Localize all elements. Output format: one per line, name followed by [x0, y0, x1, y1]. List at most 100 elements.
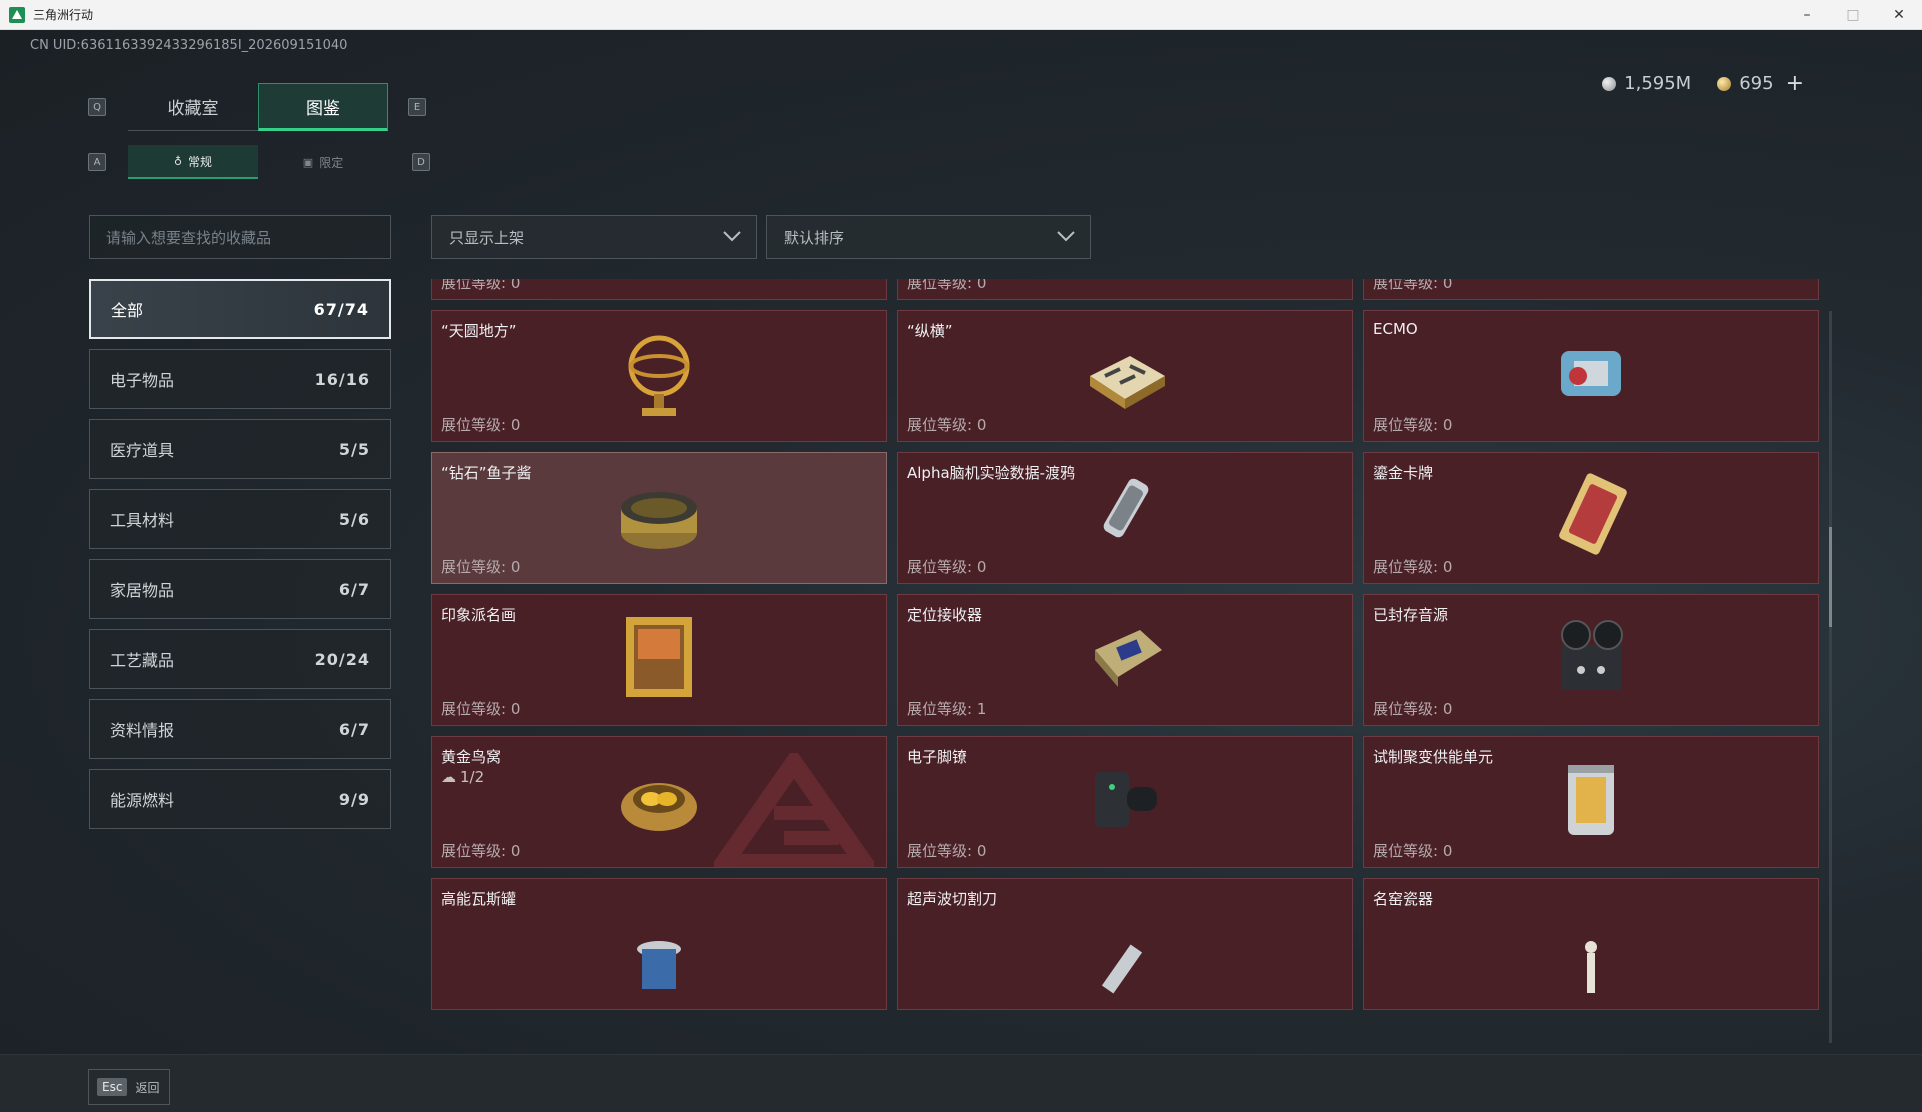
booth-level-value: 0	[1442, 416, 1453, 434]
collection-card[interactable]: 印象派名画 展位等级: 0	[431, 594, 887, 726]
booth-level-value: 0	[1442, 279, 1453, 292]
back-button[interactable]: Esc 返回	[88, 1069, 171, 1105]
category-label: 电子物品	[110, 371, 175, 390]
item-name: 黄金鸟窝	[441, 748, 502, 766]
item-name: 电子脚镣	[907, 748, 968, 766]
framed-painting-icon	[626, 617, 692, 697]
category-intel[interactable]: 资料情报 6/7	[89, 699, 391, 759]
collection-card[interactable]: “天圆地方” 展位等级: 0	[431, 310, 887, 442]
collection-card[interactable]: 鎏金卡牌 展位等级: 0	[1363, 452, 1819, 584]
key-hint-prev-tab: Q	[88, 98, 106, 116]
sort-dropdown[interactable]: 默认排序	[766, 215, 1091, 259]
booth-level-label: 展位等级:	[1373, 558, 1439, 576]
category-label: 家居物品	[110, 581, 175, 600]
tab-collection-room[interactable]: 收藏室	[128, 83, 258, 131]
booth-level-label: 展位等级:	[1373, 700, 1439, 718]
grid-scrollbar[interactable]	[1829, 311, 1832, 1043]
collection-card[interactable]: 定位接收器 展位等级: 1	[897, 594, 1353, 726]
booth-level-label: 展位等级:	[907, 279, 973, 292]
jeweled-egg-icon	[1536, 279, 1646, 289]
booth-level-value: 0	[510, 279, 521, 292]
tab-limited[interactable]: ▣ 限定	[258, 145, 388, 179]
booth-level: 展位等级: 0	[441, 698, 520, 719]
collection-card[interactable]: 高能瓦斯罐	[431, 878, 887, 1010]
add-currency-button[interactable]: +	[1786, 71, 1804, 96]
category-list: 全部 67/74 电子物品 16/16 医疗道具 5/5 工具材料 5/6 家居物品 6/…	[89, 279, 391, 839]
reel-recorder-icon	[1561, 620, 1623, 690]
booth-level-label: 展位等级:	[441, 279, 507, 292]
booth-level: 展位等级: 0	[1373, 279, 1452, 293]
category-electronics[interactable]: 电子物品 16/16	[89, 349, 391, 409]
minimize-button[interactable]: –	[1784, 0, 1830, 30]
category-label: 资料情报	[110, 721, 175, 740]
booth-level-value: 0	[510, 416, 521, 434]
image-icon: ▣	[302, 155, 314, 169]
booth-level-value: 0	[510, 700, 521, 718]
scrollbar-thumb[interactable]	[1829, 527, 1832, 627]
ecmo-machine-icon	[1561, 351, 1621, 396]
category-count: 5/6	[338, 509, 370, 529]
collection-card[interactable]: 黄金鸟窝 ☁ 1/2 展位等级: 0	[431, 736, 887, 868]
collection-card[interactable]: 展位等级: 0	[1363, 279, 1819, 300]
collection-card[interactable]: ECMO 展位等级: 0	[1363, 310, 1819, 442]
collection-card[interactable]: Alpha脑机实验数据-渡鸦 展位等级: 0	[897, 452, 1353, 584]
collection-card[interactable]: 电子脚镣 展位等级: 0	[897, 736, 1353, 868]
flask-icon: ♁	[173, 154, 183, 168]
porcelain-vase-icon	[1585, 941, 1597, 993]
collection-card[interactable]: 超声波切割刀	[897, 878, 1353, 1010]
category-household[interactable]: 家居物品 6/7	[89, 559, 391, 619]
window-controls: – □ ✕	[1784, 0, 1922, 30]
booth-level: 展位等级: 0	[907, 414, 986, 435]
silver-amount: 1,595M	[1624, 73, 1692, 94]
collection-card[interactable]: 试制聚变供能单元 展位等级: 0	[1363, 736, 1819, 868]
category-tools[interactable]: 工具材料 5/6	[89, 489, 391, 549]
booth-level: 展位等级: 0	[907, 279, 986, 293]
tab-regular[interactable]: ♁ 常规	[128, 145, 258, 179]
booth-level-label: 展位等级:	[907, 842, 973, 860]
booth-level: 展位等级: 0	[441, 279, 520, 293]
display-filter-dropdown[interactable]: 只显示上架	[431, 215, 757, 259]
collection-card[interactable]: 名窑瓷器	[1363, 878, 1819, 1010]
tab-codex[interactable]: 图鉴	[258, 83, 388, 131]
gas-canister-icon	[637, 941, 681, 989]
category-count: 16/16	[314, 369, 370, 389]
category-crafts[interactable]: 工艺藏品 20/24	[89, 629, 391, 689]
booth-level: 展位等级: 0	[441, 840, 520, 861]
window-title: 三角洲行动	[33, 8, 94, 22]
booth-level-value: 0	[976, 279, 987, 292]
tab-limited-label: 限定	[319, 155, 344, 170]
category-count: 67/74	[313, 299, 369, 319]
category-medical[interactable]: 医疗道具 5/5	[89, 419, 391, 479]
item-name: 已封存音源	[1373, 606, 1449, 624]
gold-coin-icon	[1717, 76, 1732, 91]
booth-level: 展位等级: 0	[1373, 556, 1452, 577]
category-count: 6/7	[338, 719, 370, 739]
booth-level-label: 展位等级:	[1373, 416, 1439, 434]
item-name: 试制聚变供能单元	[1373, 748, 1494, 766]
ultrasonic-cutter-icon	[1101, 944, 1143, 994]
silver-coin-icon	[1602, 76, 1617, 91]
booth-level-label: 展位等级:	[441, 558, 507, 576]
game-app: CN UID:6361163392433296185I_202609151040…	[0, 31, 1922, 1112]
booth-level-value: 0	[1442, 558, 1453, 576]
collection-card[interactable]: “钻石”鱼子酱 展位等级: 0	[431, 452, 887, 584]
item-name: 名窑瓷器	[1373, 890, 1434, 908]
category-all[interactable]: 全部 67/74	[89, 279, 391, 339]
main-tabs: 收藏室 图鉴	[128, 83, 388, 131]
collection-card[interactable]: “纵横” 展位等级: 0	[897, 310, 1353, 442]
booth-level-label: 展位等级:	[907, 558, 973, 576]
collection-card[interactable]: 展位等级: 0	[897, 279, 1353, 300]
close-button[interactable]: ✕	[1876, 0, 1922, 30]
maximize-button[interactable]: □	[1830, 0, 1876, 30]
tab-regular-label: 常规	[188, 154, 213, 169]
category-label: 全部	[111, 301, 144, 320]
booth-level-value: 0	[976, 558, 987, 576]
chess-board-icon	[1090, 356, 1165, 409]
search-input[interactable]: 请输入想要查找的收藏品	[89, 215, 391, 259]
back-label: 返回	[135, 1080, 160, 1095]
booth-level: 展位等级: 0	[441, 414, 520, 435]
booth-level: 展位等级: 1	[907, 698, 986, 719]
category-energy[interactable]: 能源燃料 9/9	[89, 769, 391, 829]
collection-card[interactable]: 已封存音源 展位等级: 0	[1363, 594, 1819, 726]
collection-card[interactable]: 展位等级: 0	[431, 279, 887, 300]
